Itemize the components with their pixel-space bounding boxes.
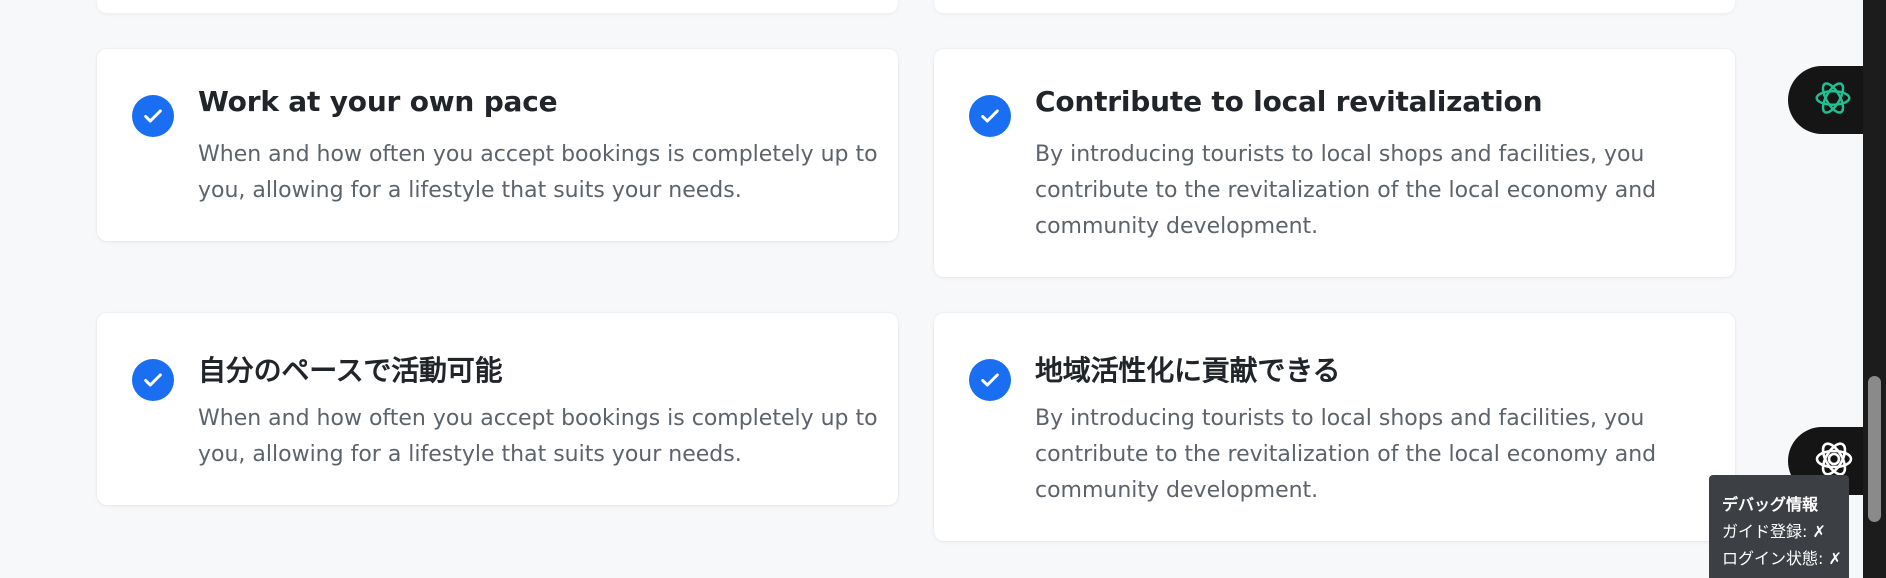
feature-card-own-pace-ja: 自分のペースで活動可能 When and how often you accep… — [97, 313, 898, 505]
feature-card-local-revitalization-ja: 地域活性化に貢献できる By introducing tourists to l… — [934, 313, 1735, 541]
feature-description: When and how often you accept bookings i… — [198, 406, 878, 467]
feature-title: Work at your own pace — [198, 85, 558, 118]
chatgpt-assistant-button[interactable] — [1788, 66, 1872, 134]
check-circle-icon — [969, 95, 1011, 137]
card-top-strip-right — [934, 0, 1735, 13]
debug-info-panel: デバッグ情報 ガイド登録: ✗ ログイン状態: ✗ — [1709, 475, 1849, 578]
scrollbar-thumb[interactable] — [1868, 376, 1881, 522]
debug-title: デバッグ情報 — [1722, 495, 1819, 514]
debug-guide-registration: ガイド登録: ✗ — [1722, 522, 1826, 541]
feature-card-own-pace: Work at your own pace When and how often… — [97, 49, 898, 241]
feature-description: When and how often you accept bookings i… — [198, 142, 878, 203]
page: Work at your own pace When and how often… — [0, 0, 1886, 578]
debug-login-status: ログイン状態: ✗ — [1722, 549, 1842, 568]
chatgpt-logo-icon — [1810, 75, 1856, 125]
feature-title: 地域活性化に貢献できる — [1035, 354, 1341, 387]
feature-title: 自分のペースで活動可能 — [198, 354, 503, 387]
feature-description: By introducing tourists to local shops a… — [1035, 142, 1657, 239]
check-circle-icon — [132, 95, 174, 137]
feature-title: Contribute to local revitalization — [1035, 85, 1543, 118]
feature-card-local-revitalization: Contribute to local revitalization By in… — [934, 49, 1735, 277]
feature-description: By introducing tourists to local shops a… — [1035, 406, 1657, 503]
card-top-strip-left — [97, 0, 898, 13]
check-circle-icon — [132, 359, 174, 401]
check-circle-icon — [969, 359, 1011, 401]
